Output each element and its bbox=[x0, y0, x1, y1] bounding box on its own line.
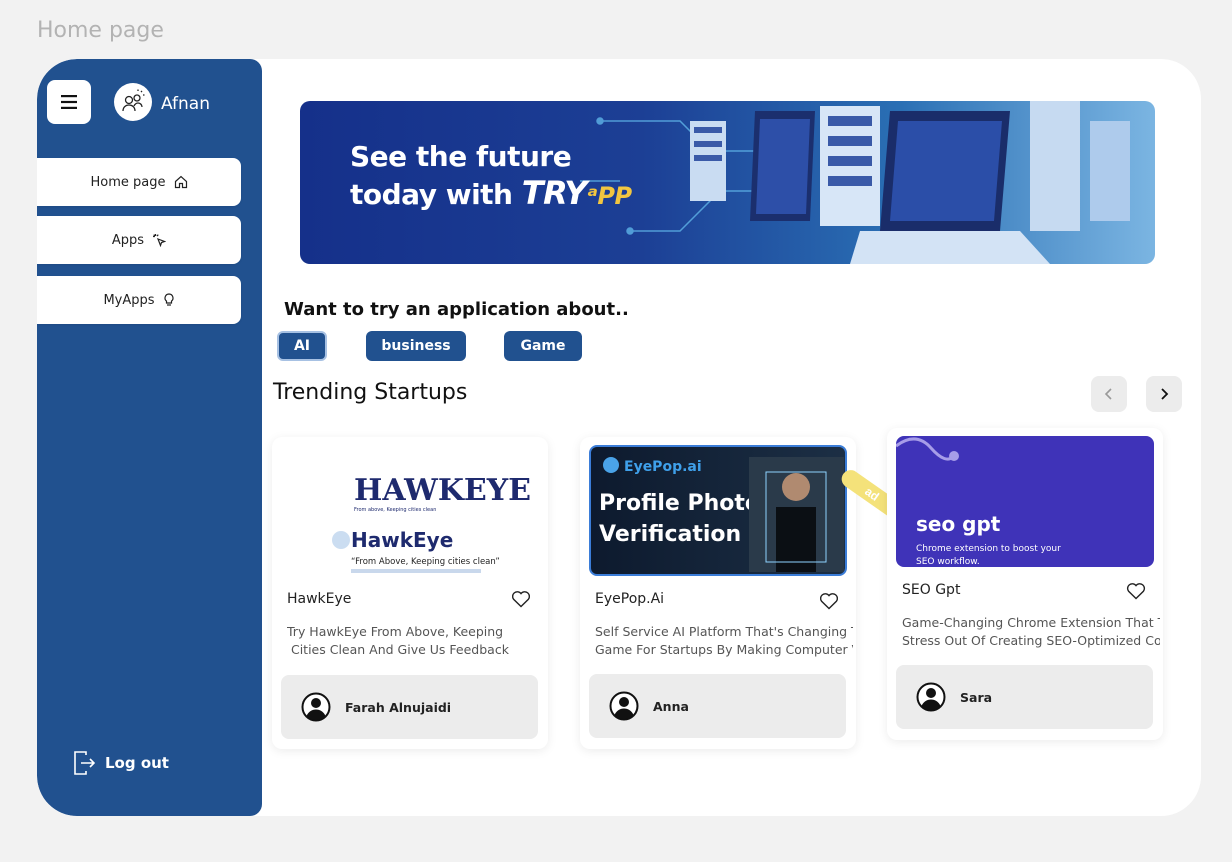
app-window: Afnan Home page Apps MyApps Log out See … bbox=[37, 59, 1201, 816]
banner-headline: See the future today with TRYᵃPP bbox=[350, 139, 632, 214]
card-author[interactable]: Anna bbox=[589, 674, 846, 738]
seogpt-promo: seo gpt Chrome extension to boost your S… bbox=[896, 437, 1061, 567]
card-image-hawkeye: HAWKEYE From above, Keeping cities clean… bbox=[281, 445, 539, 585]
card-description: Try HawkEye From Above, Keeping Cities C… bbox=[287, 624, 509, 657]
startup-card-seogpt[interactable]: seo gpt Chrome extension to boost your S… bbox=[887, 428, 1163, 740]
sidebar: Afnan Home page Apps MyApps Log out bbox=[37, 59, 262, 816]
category-question: Want to try an application about.. bbox=[284, 299, 629, 320]
cursor-click-icon bbox=[153, 234, 167, 247]
card-image-eyepop: EyePop.ai Profile Photo Verification bbox=[589, 445, 847, 576]
category-chip-business[interactable]: business bbox=[366, 331, 466, 361]
card-description: Game-Changing Chrome Extension That Take… bbox=[902, 615, 1160, 648]
user-avatar-icon bbox=[916, 682, 946, 712]
eyepop-promo: EyePop.ai Profile Photo Verification bbox=[599, 457, 844, 572]
seogpt-logo-text: seo gpt bbox=[916, 512, 1001, 536]
nav-home[interactable]: Home page bbox=[37, 158, 241, 206]
hamburger-icon bbox=[61, 95, 77, 109]
eyepop-headline-2: Verification bbox=[599, 522, 741, 547]
nav-home-label: Home page bbox=[90, 174, 166, 190]
lightbulb-icon bbox=[163, 293, 174, 306]
seogpt-sub-1: Chrome extension to boost your bbox=[916, 544, 1061, 554]
user-idea-icon bbox=[122, 89, 145, 112]
card-name: SEO Gpt bbox=[902, 582, 961, 598]
card-description: Self Service AI Platform That's Changing… bbox=[595, 624, 853, 657]
banner-line-1: See the future bbox=[350, 140, 572, 173]
hawkeye-logo: HAWKEYE From above, Keeping cities clean… bbox=[332, 473, 531, 573]
startup-card-eyepop[interactable]: EyePop.ai Profile Photo Verification Eye… bbox=[580, 437, 856, 749]
category-chip-ai[interactable]: AI bbox=[277, 331, 327, 361]
card-author-name: Farah Alnujaidi bbox=[345, 699, 452, 715]
logout-label: Log out bbox=[105, 754, 169, 772]
seogpt-sub-2: SEO workflow. bbox=[916, 557, 980, 567]
card-name: HawkEye bbox=[287, 591, 352, 607]
logout-button[interactable]: Log out bbox=[73, 750, 169, 776]
carousel-next-button[interactable] bbox=[1146, 376, 1182, 412]
logout-icon bbox=[74, 751, 95, 775]
card-author-name: Sara bbox=[960, 689, 993, 705]
heart-icon[interactable] bbox=[819, 592, 839, 610]
banner-brand-accent: ᵃPP bbox=[586, 182, 632, 210]
card-name: EyePop.Ai bbox=[595, 591, 665, 607]
nav-myapps[interactable]: MyApps bbox=[37, 276, 241, 324]
banner-line-2: today with bbox=[350, 178, 513, 211]
promo-banner[interactable]: See the future today with TRYᵃPP bbox=[300, 101, 1155, 264]
card-author[interactable]: Farah Alnujaidi bbox=[281, 675, 538, 739]
heart-icon[interactable] bbox=[1126, 582, 1146, 600]
hawkeye-logo-sub: From above, Keeping cities clean bbox=[354, 507, 436, 513]
startup-card-hawkeye[interactable]: HAWKEYE From above, Keeping cities clean… bbox=[272, 437, 548, 749]
hawkeye-brand: HawkEye bbox=[351, 528, 453, 552]
card-image-seogpt: seo gpt Chrome extension to boost your S… bbox=[896, 436, 1154, 567]
menu-button[interactable] bbox=[47, 80, 91, 124]
eyepop-logo-text: EyePop.ai bbox=[624, 459, 702, 475]
banner-brand: TRYᵃPP bbox=[522, 174, 632, 212]
nav-apps-label: Apps bbox=[111, 232, 145, 248]
user-avatar[interactable] bbox=[114, 83, 152, 121]
eyepop-headline-1: Profile Photo bbox=[599, 491, 760, 516]
nav-myapps-label: MyApps bbox=[103, 292, 155, 308]
chevron-left-icon bbox=[1104, 388, 1112, 400]
category-chip-game[interactable]: Game bbox=[504, 331, 582, 361]
user-avatar-icon bbox=[609, 691, 639, 721]
heart-icon[interactable] bbox=[511, 590, 531, 608]
home-icon bbox=[174, 175, 187, 189]
hawkeye-tagline: “From Above, Keeping cities clean” bbox=[351, 557, 500, 567]
frame-label: Home page bbox=[37, 18, 164, 43]
nav-apps[interactable]: Apps bbox=[37, 216, 241, 264]
user-avatar-icon bbox=[301, 692, 331, 722]
carousel-prev-button[interactable] bbox=[1091, 376, 1127, 412]
hawkeye-logo-text: HAWKEYE bbox=[354, 473, 531, 508]
card-author[interactable]: Sara bbox=[896, 665, 1153, 729]
chevron-right-icon bbox=[1161, 388, 1169, 400]
card-author-name: Anna bbox=[653, 698, 689, 714]
trending-title: Trending Startups bbox=[273, 380, 468, 405]
banner-brand-main: TRY bbox=[521, 174, 588, 212]
user-name: Afnan bbox=[161, 94, 210, 114]
